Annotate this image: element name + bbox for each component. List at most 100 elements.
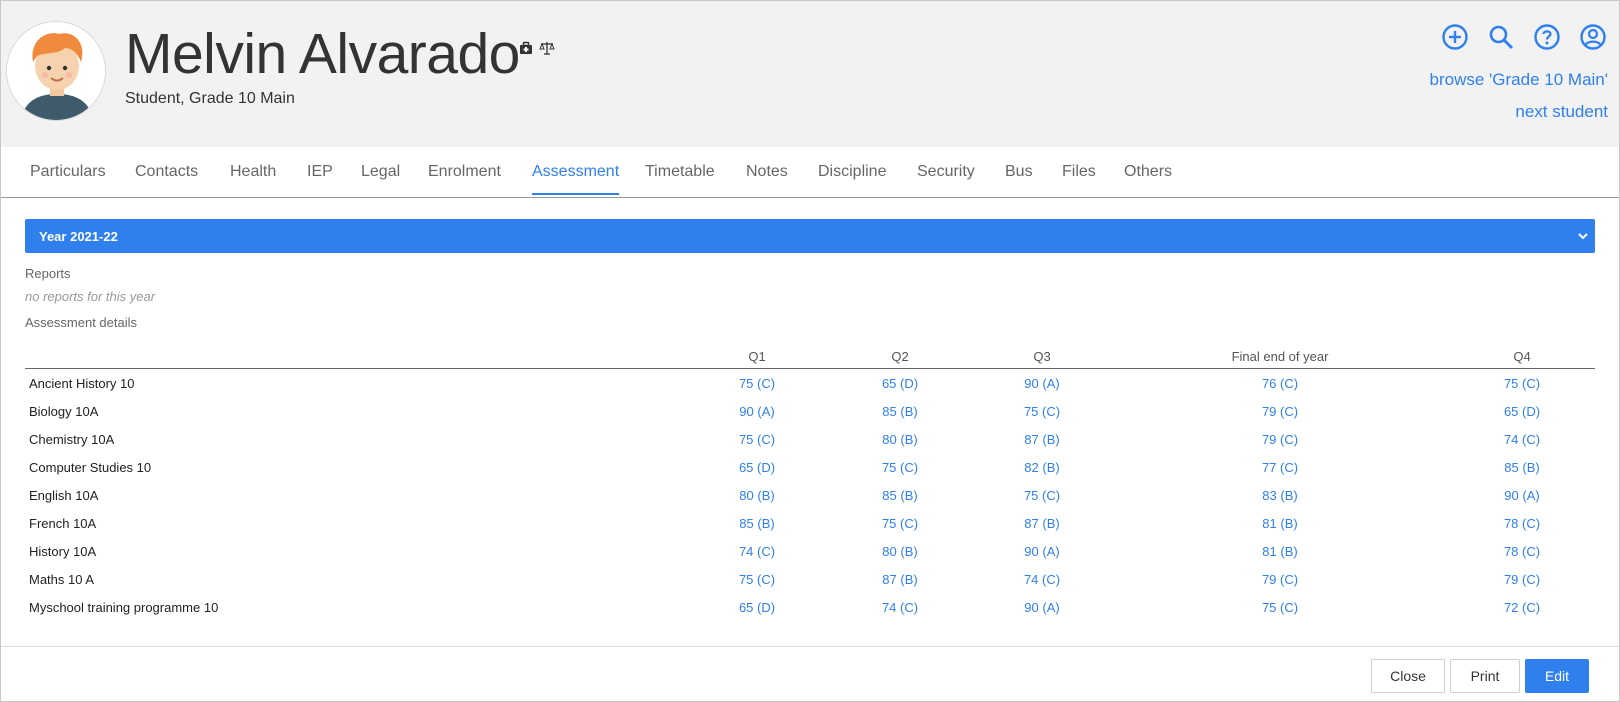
subject-name: Myschool training programme 10: [29, 600, 219, 615]
grade-q2[interactable]: 80 (B): [882, 432, 917, 447]
next-student-link[interactable]: next student: [1515, 102, 1608, 122]
grade-q3[interactable]: 82 (B): [1024, 460, 1059, 475]
tab-others[interactable]: Others: [1124, 163, 1172, 193]
student-name: Melvin Alvarado: [125, 22, 520, 86]
footer-actions: Close Print Edit: [1, 646, 1619, 701]
table-body: Ancient History 10 75 (C) 65 (D) 90 (A) 76 (…: [25, 369, 1595, 621]
edit-button[interactable]: Edit: [1525, 659, 1589, 693]
column-header-q2: Q2: [891, 349, 909, 364]
print-button[interactable]: Print: [1450, 659, 1520, 693]
grade-q4[interactable]: 74 (C): [1504, 432, 1540, 447]
grade-final[interactable]: 79 (C): [1262, 432, 1298, 447]
assessment-heading: Assessment details: [25, 315, 137, 330]
subject-name: Ancient History 10: [29, 376, 135, 391]
table-row: Computer Studies 10 65 (D) 75 (C) 82 (B) 77 …: [25, 453, 1595, 481]
assessment-table: Q1 Q2 Q3 Final end of year Q4 Ancient Hi…: [25, 346, 1595, 621]
student-subtitle: Student, Grade 10 Main: [125, 90, 295, 107]
grade-q1[interactable]: 90 (A): [739, 404, 774, 419]
grade-q3[interactable]: 75 (C): [1024, 404, 1060, 419]
year-selector[interactable]: Year 2021-22: [25, 219, 1595, 253]
grade-q4[interactable]: 65 (D): [1504, 404, 1540, 419]
grade-q3[interactable]: 75 (C): [1024, 488, 1060, 503]
grade-final[interactable]: 79 (C): [1262, 404, 1298, 419]
header-actions: [1441, 23, 1607, 51]
grade-q4[interactable]: 85 (B): [1504, 460, 1539, 475]
legal-scale-icon[interactable]: [539, 41, 555, 60]
tab-discipline[interactable]: Discipline: [818, 163, 886, 193]
grade-q2[interactable]: 85 (B): [882, 404, 917, 419]
grade-q2[interactable]: 65 (D): [882, 376, 918, 391]
tab-enrolment[interactable]: Enrolment: [428, 163, 501, 193]
grade-q1[interactable]: 75 (C): [739, 376, 775, 391]
reports-heading: Reports: [25, 266, 71, 281]
column-header-q1: Q1: [748, 349, 766, 364]
grade-final[interactable]: 77 (C): [1262, 460, 1298, 475]
grade-q4[interactable]: 75 (C): [1504, 376, 1540, 391]
grade-final[interactable]: 79 (C): [1262, 572, 1298, 587]
close-button[interactable]: Close: [1371, 659, 1445, 693]
grade-final[interactable]: 81 (B): [1262, 516, 1297, 531]
subject-name: Maths 10 A: [29, 572, 95, 587]
tab-timetable[interactable]: Timetable: [645, 163, 715, 193]
grade-final[interactable]: 81 (B): [1262, 544, 1297, 559]
grade-q4[interactable]: 90 (A): [1504, 488, 1539, 503]
avatar: [6, 21, 106, 121]
grade-q4[interactable]: 79 (C): [1504, 572, 1540, 587]
tab-legal[interactable]: Legal: [361, 163, 400, 193]
tab-bus[interactable]: Bus: [1005, 163, 1033, 193]
table-row: Myschool training programme 10 65 (D) 74 (…: [25, 593, 1595, 621]
tab-security[interactable]: Security: [917, 163, 975, 193]
grade-q2[interactable]: 87 (B): [882, 572, 917, 587]
grade-q4[interactable]: 78 (C): [1504, 544, 1540, 559]
column-header-q3: Q3: [1033, 349, 1051, 364]
grade-q2[interactable]: 75 (C): [882, 460, 918, 475]
tab-notes[interactable]: Notes: [746, 163, 788, 193]
grade-q1[interactable]: 75 (C): [739, 572, 775, 587]
subject-name: Biology 10A: [29, 404, 99, 419]
tab-assessment[interactable]: Assessment: [532, 163, 620, 195]
grade-q1[interactable]: 74 (C): [739, 544, 775, 559]
grade-final[interactable]: 76 (C): [1262, 376, 1298, 391]
grade-q3[interactable]: 90 (A): [1024, 376, 1059, 391]
grade-q1[interactable]: 65 (D): [739, 600, 775, 615]
grade-q1[interactable]: 65 (D): [739, 460, 775, 475]
tab-particulars[interactable]: Particulars: [30, 163, 106, 193]
grade-q3[interactable]: 87 (B): [1024, 432, 1059, 447]
grade-q1[interactable]: 85 (B): [739, 516, 774, 531]
grade-q2[interactable]: 85 (B): [882, 488, 917, 503]
tab-contacts[interactable]: Contacts: [135, 163, 198, 193]
tab-bar: Particulars Contacts Health IEP Legal En…: [1, 147, 1619, 198]
table-row: Chemistry 10A 75 (C) 80 (B) 87 (B) 79 (C) 74 …: [25, 425, 1595, 453]
avatar-illustration: [7, 22, 105, 120]
grade-q2[interactable]: 80 (B): [882, 544, 917, 559]
account-icon[interactable]: [1579, 23, 1607, 51]
grade-q3[interactable]: 74 (C): [1024, 572, 1060, 587]
subject-name: History 10A: [29, 544, 97, 559]
table-row: English 10A 80 (B) 85 (B) 75 (C) 83 (B) 90 (A…: [25, 481, 1595, 509]
grade-q4[interactable]: 78 (C): [1504, 516, 1540, 531]
browse-group-link[interactable]: browse 'Grade 10 Main': [1430, 70, 1608, 90]
column-header-final: Final end of year: [1231, 349, 1329, 364]
help-icon[interactable]: [1533, 23, 1561, 51]
grade-q1[interactable]: 80 (B): [739, 488, 774, 503]
chevron-down-icon: [1578, 233, 1588, 240]
table-row: History 10A 74 (C) 80 (B) 90 (A) 81 (B) 78 (C…: [25, 537, 1595, 565]
search-icon[interactable]: [1487, 23, 1515, 51]
grade-final[interactable]: 75 (C): [1262, 600, 1298, 615]
grade-q3[interactable]: 87 (B): [1024, 516, 1059, 531]
grade-final[interactable]: 83 (B): [1262, 488, 1297, 503]
tab-iep[interactable]: IEP: [307, 163, 333, 193]
add-circle-icon[interactable]: [1441, 23, 1469, 51]
student-header: Melvin Alvarado Student, Grade 10 Main b…: [1, 1, 1619, 147]
subject-name: Computer Studies 10: [29, 460, 152, 475]
grade-q4[interactable]: 72 (C): [1504, 600, 1540, 615]
grade-q2[interactable]: 74 (C): [882, 600, 918, 615]
grade-q3[interactable]: 90 (A): [1024, 600, 1059, 615]
tab-health[interactable]: Health: [230, 163, 276, 193]
table-row: French 10A 85 (B) 75 (C) 87 (B) 81 (B) 78 (C): [25, 509, 1595, 537]
tab-files[interactable]: Files: [1062, 163, 1096, 193]
grade-q2[interactable]: 75 (C): [882, 516, 918, 531]
grade-q1[interactable]: 75 (C): [739, 432, 775, 447]
medical-kit-icon[interactable]: [519, 41, 533, 60]
grade-q3[interactable]: 90 (A): [1024, 544, 1059, 559]
